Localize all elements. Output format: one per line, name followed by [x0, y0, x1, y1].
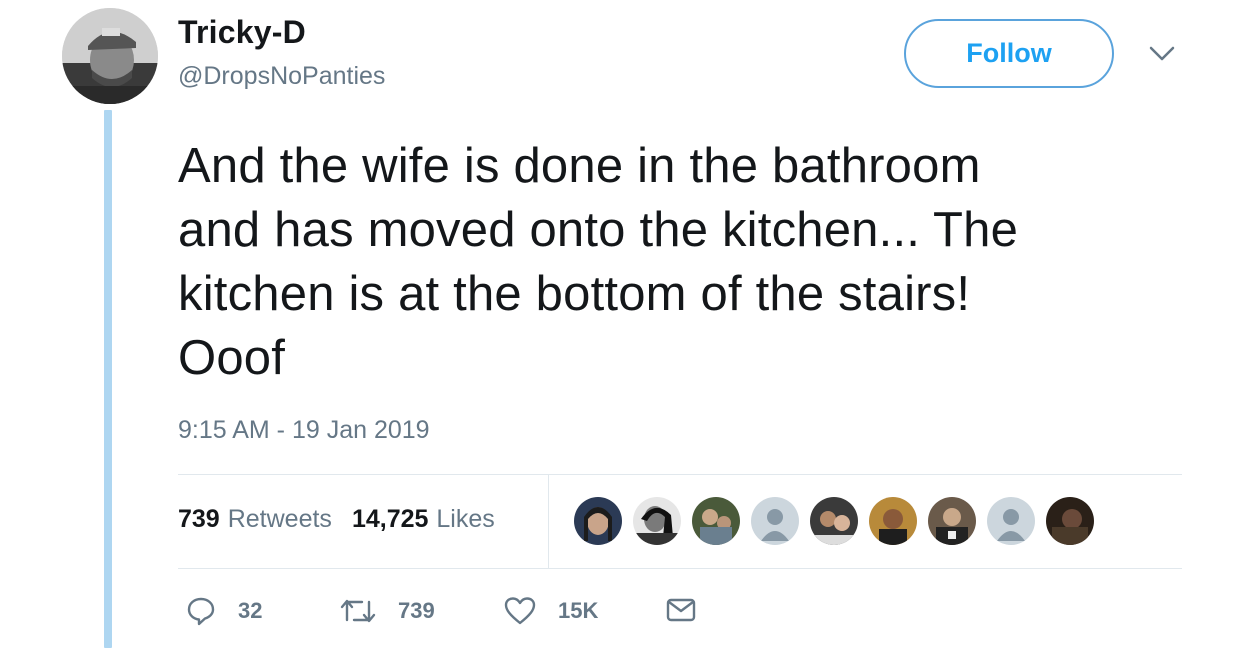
tweet-text: And the wife is done in the bathroom and…: [178, 134, 1178, 390]
retweet-icon: [340, 596, 376, 626]
tweet-timestamp[interactable]: 9:15 AM - 19 Jan 2019: [178, 416, 430, 445]
retweet-count: 739: [398, 598, 435, 623]
envelope-icon: [666, 596, 696, 624]
liker-avatar[interactable]: [1046, 497, 1094, 545]
like-button[interactable]: 15K: [504, 596, 598, 626]
divider: [178, 474, 1182, 475]
like-count: 15K: [558, 598, 599, 623]
tweet-text-line: kitchen is at the bottom of the stairs!: [178, 267, 971, 321]
reply-count: 32: [238, 598, 263, 623]
retweets-label: Retweets: [227, 505, 332, 533]
divider: [178, 568, 1182, 569]
tweet-text-line: Ooof: [178, 331, 286, 385]
retweet-button[interactable]: 739: [340, 596, 435, 626]
liker-avatar[interactable]: [633, 497, 681, 545]
chevron-down-icon[interactable]: [1148, 44, 1176, 64]
stats-divider: [548, 474, 549, 569]
tweet-card: Tricky-D @DropsNoPanties Follow And the …: [0, 0, 1250, 648]
follow-button[interactable]: Follow: [904, 19, 1114, 88]
liker-avatar[interactable]: [810, 497, 858, 545]
likes-stat[interactable]: 14,725 Likes: [352, 505, 495, 534]
tweet-stats: 739 Retweets 14,725 Likes: [178, 505, 495, 534]
thread-line: [104, 110, 112, 648]
liker-avatar[interactable]: [928, 497, 976, 545]
retweets-count: 739: [178, 505, 220, 533]
likes-count: 14,725: [351, 505, 429, 533]
tweet-text-line: And the wife is done in the bathroom: [178, 139, 981, 193]
liker-avatar[interactable]: [574, 497, 622, 545]
liker-avatar[interactable]: [692, 497, 740, 545]
liker-avatar[interactable]: [869, 497, 917, 545]
retweets-stat[interactable]: 739 Retweets: [178, 505, 332, 534]
likes-label: Likes: [436, 505, 495, 533]
user-avatar[interactable]: [62, 8, 158, 104]
user-handle[interactable]: @DropsNoPanties: [178, 62, 385, 91]
default-user-avatar[interactable]: [751, 497, 799, 545]
reply-button[interactable]: 32: [186, 596, 262, 626]
tweet-text-line: and has moved onto the kitchen... The: [178, 203, 1019, 257]
heart-icon: [504, 596, 536, 626]
display-name[interactable]: Tricky-D: [178, 14, 306, 51]
default-user-avatar[interactable]: [987, 497, 1035, 545]
liker-avatars: [574, 497, 1094, 545]
reply-icon: [186, 596, 216, 626]
direct-message-button[interactable]: [666, 596, 696, 624]
